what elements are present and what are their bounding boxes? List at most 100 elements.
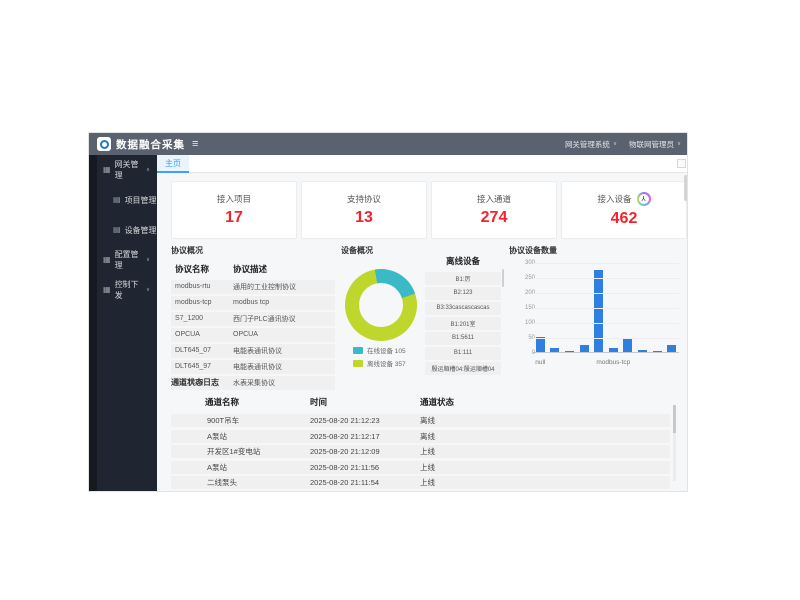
spinner-glyph: ⅄ (639, 194, 649, 204)
gridline (533, 323, 679, 324)
protocol-panel-title: 协议概况 (171, 245, 335, 256)
protocol-name-cell: modbus-tcp (171, 299, 233, 306)
app-title: 数据融合采集 (116, 137, 185, 152)
protocol-desc-cell: 电能表通讯协议 (233, 346, 282, 356)
y-axis-tick-label: 50 (513, 335, 535, 341)
stat-label-row: 接入设备 ⅄ (597, 192, 650, 206)
system-select-label: 网关管理系统 (565, 139, 610, 150)
sidebar-subitem[interactable]: ▤设备管理 (89, 215, 157, 245)
offline-device-item[interactable]: B1:111 (425, 347, 501, 360)
main-area: 主页 接入项目17支持协议13接入通道274接入设备⅄462 协议概况 协议名称… (157, 155, 688, 492)
user-account-menu[interactable]: 物联网管理员 ∨ (629, 139, 681, 150)
offline-list-title: 离线设备 (425, 255, 501, 267)
offline-device-item[interactable]: B2:123 (425, 287, 501, 300)
status-cell: 上线 (420, 477, 670, 488)
chevron-down-icon: ∨ (146, 257, 150, 263)
protocol-desc-cell: OPCUA (233, 331, 258, 338)
stat-value: 462 (611, 210, 638, 228)
time-cell: 2025-08-20 21:12:23 (310, 416, 420, 425)
user-account-label: 物联网管理员 (629, 139, 674, 150)
stat-value: 17 (225, 209, 243, 227)
y-axis-tick-label: 300 (513, 260, 535, 266)
gridline (533, 263, 679, 264)
stat-label: 接入设备 (597, 193, 631, 205)
chevron-down-icon: ∨ (613, 141, 617, 147)
sidebar-item-1[interactable]: ▦网关管理∧ (89, 155, 157, 185)
scrollbar-thumb[interactable] (502, 269, 504, 287)
grid-icon: ▦ (103, 286, 111, 294)
y-axis-tick-label: 150 (513, 305, 535, 311)
bar-series-bar (667, 345, 676, 352)
offline-device-item[interactable]: B1:5611 (425, 332, 501, 345)
scrollbar-thumb[interactable] (673, 405, 676, 433)
chevron-up-icon: ∧ (146, 167, 150, 173)
stat-label: 接入通道 (477, 193, 511, 205)
log-col-time: 时间 (310, 396, 420, 408)
log-table-body: 900T吊车2025-08-20 21:12:23离线A泵站2025-08-20… (171, 414, 683, 489)
gridline (533, 278, 679, 279)
log-panel-title: 通道状态日志 (171, 377, 683, 388)
channel-name-cell: 二线泵头 (171, 477, 310, 488)
bar-chart-title: 协议设备数量 (509, 245, 687, 256)
sidebar-subitem[interactable]: ▤项目管理 (89, 185, 157, 215)
offline-device-item[interactable]: 殷运順槽04:殷运順槽04 (425, 362, 501, 375)
sidebar-subitem-label: 设备管理 (125, 225, 157, 236)
protocol-col-name: 协议名称 (171, 263, 233, 275)
legend-item[interactable]: 离线设备 357 (353, 358, 406, 368)
offline-device-item[interactable]: B3:33cascascascas (425, 302, 501, 315)
sidebar-item-label: 配置管理 (115, 249, 142, 271)
content-scrollbar[interactable] (684, 175, 688, 489)
gridline (533, 308, 679, 309)
bar-series-bar (609, 348, 618, 353)
sidebar-item-3[interactable]: ▦控制下发∨ (89, 275, 157, 305)
table-row: A泵站2025-08-20 21:12:17离线 (171, 430, 670, 443)
bar-series-bar (638, 350, 647, 352)
legend-label: 离线设备 357 (367, 358, 406, 368)
stats-row: 接入项目17支持协议13接入通道274接入设备⅄462 (171, 181, 687, 239)
dashboard-content: 接入项目17支持协议13接入通道274接入设备⅄462 协议概况 协议名称 协议… (157, 173, 688, 492)
spinner-badge-icon: ⅄ (637, 192, 651, 206)
log-col-channel: 通道名称 (171, 396, 310, 408)
log-scrollbar[interactable] (673, 405, 676, 481)
protocol-name-cell: DLT645_97 (171, 363, 233, 370)
sidebar-item-2[interactable]: ▦配置管理∨ (89, 245, 157, 275)
gridline (533, 293, 679, 294)
protocol-desc-cell: 通用的工业控制协议 (233, 282, 296, 292)
table-row: OPCUAOPCUA (171, 328, 335, 342)
protocol-table-header: 协议名称 协议描述 (171, 263, 335, 275)
stat-card-4: 接入设备 ⅄462 (561, 181, 687, 239)
stat-label-row: 接入通道 (477, 193, 511, 205)
sidebar-item-label: 控制下发 (115, 279, 142, 301)
table-row: S7_1200西门子PLC通讯协议 (171, 312, 335, 326)
sidebar-collapse-icon[interactable]: ≡ (192, 139, 198, 150)
offline-device-list: 离线设备 B1:厉 B2:123 B3:33cascascascas B1:201室 B… (425, 255, 501, 377)
tab-overflow-button[interactable] (677, 159, 686, 168)
tab-bar: 主页 (157, 155, 688, 173)
protocol-overview-panel: 协议概况 协议名称 协议描述 modbus-rtu通用的工业控制协议modbus… (171, 245, 335, 392)
channel-status-log-panel: 通道状态日志 通道名称 时间 通道状态 900T吊车2025-08-20 21:… (171, 377, 683, 492)
bar-series-bar (565, 351, 574, 352)
status-cell: 离线 (420, 415, 670, 426)
log-table-header: 通道名称 时间 通道状态 (171, 396, 670, 408)
table-row: modbus-rtu通用的工业控制协议 (171, 280, 335, 294)
tab-home[interactable]: 主页 (157, 155, 189, 173)
y-axis-tick-label: 100 (513, 320, 535, 326)
offline-device-item[interactable]: B1:201室 (425, 317, 501, 330)
status-cell: 上线 (420, 462, 670, 473)
protocol-col-desc: 协议描述 (233, 263, 267, 275)
table-row: modbus-tcpmodbus tcp (171, 296, 335, 310)
device-donut-chart (345, 269, 417, 341)
offline-device-item[interactable]: B1:厉 (425, 272, 501, 285)
x-axis-tick-label: modbus-tcp (596, 359, 630, 366)
legend-item[interactable]: 在线设备 105 (353, 345, 406, 355)
gridline (533, 338, 679, 339)
protocol-table-body: modbus-rtu通用的工业控制协议 modbus-tcpmodbus tcp S… (171, 280, 335, 390)
protocol-name-cell: modbus-rtu (171, 283, 233, 290)
stat-card-1: 接入项目17 (171, 181, 297, 239)
bar-series-bar (536, 337, 545, 352)
protocol-name-cell: OPCUA (171, 331, 233, 338)
system-select-menu[interactable]: 网关管理系统 ∨ (565, 139, 617, 150)
scrollbar-thumb[interactable] (684, 175, 688, 201)
protocol-device-count-panel: 协议设备数量 050100150200250300nullmodbus-tcp (509, 245, 687, 379)
table-row: 开发区1#变电站2025-08-20 21:12:09上线 (171, 445, 670, 458)
